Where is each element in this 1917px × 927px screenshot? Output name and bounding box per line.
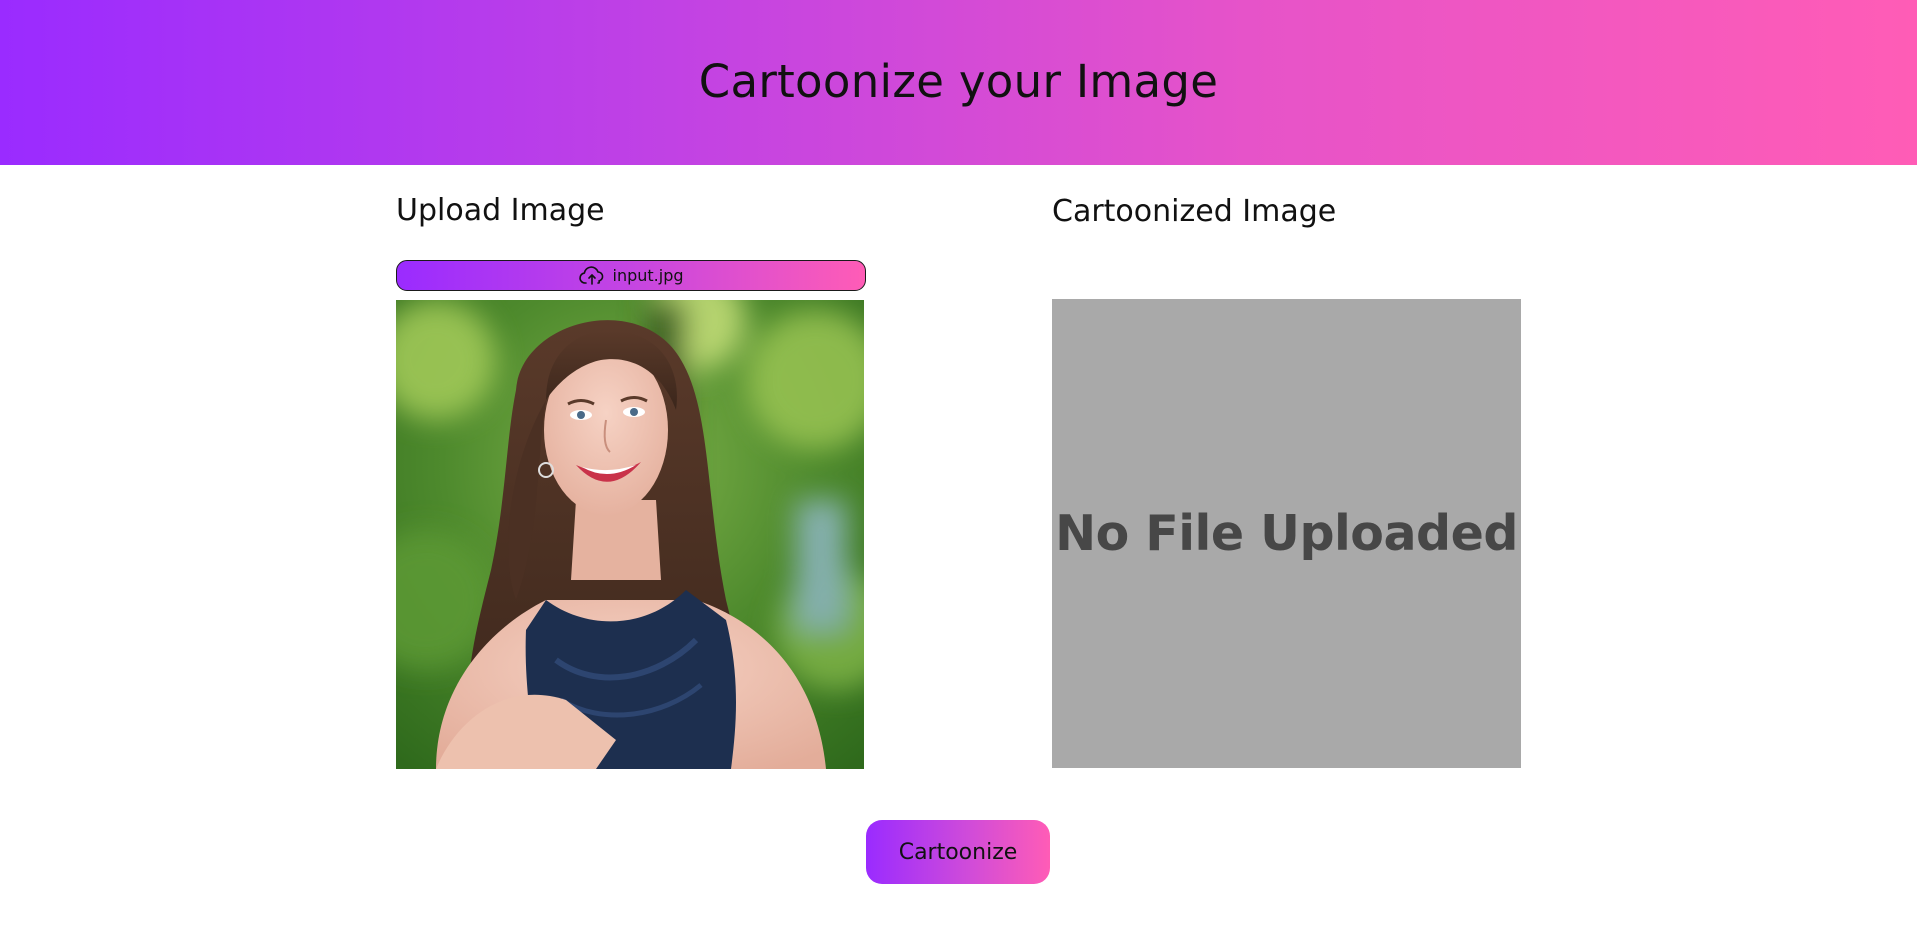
- file-name-label: input.jpg: [612, 266, 684, 285]
- file-upload-button[interactable]: input.jpg: [396, 260, 866, 291]
- uploaded-image: [396, 300, 864, 769]
- cartoonize-button[interactable]: Cartoonize: [866, 820, 1050, 884]
- no-file-uploaded-text: No File Uploaded: [1055, 505, 1518, 562]
- page-title: Cartoonize your Image: [698, 55, 1219, 108]
- page-header: Cartoonize your Image: [0, 0, 1917, 165]
- output-section-title: Cartoonized Image: [1052, 194, 1337, 229]
- cartoonized-image-placeholder: No File Uploaded: [1052, 299, 1521, 768]
- cloud-upload-icon: [578, 265, 605, 286]
- upload-section-title: Upload Image: [396, 193, 605, 228]
